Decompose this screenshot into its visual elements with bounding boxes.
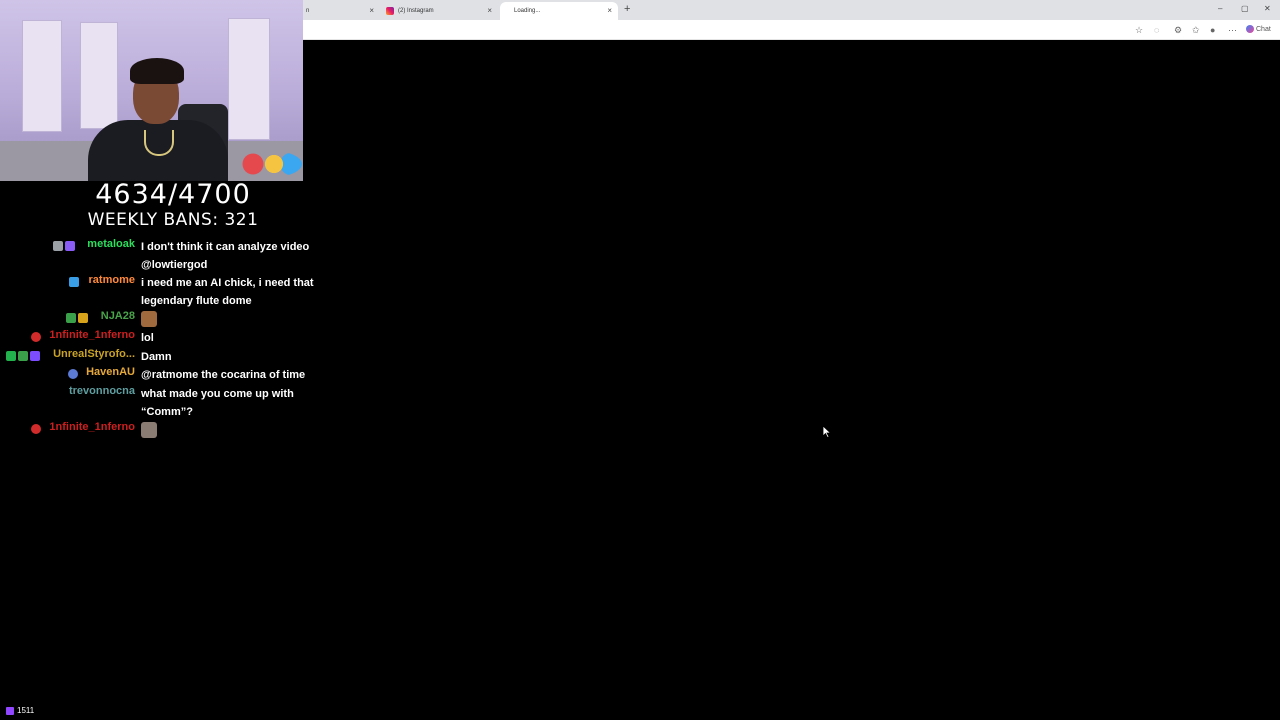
sync-icon[interactable]: ⚙ xyxy=(1174,25,1182,36)
chat-username[interactable]: NJA28 xyxy=(101,310,135,322)
floor-toys xyxy=(232,150,302,178)
chat-label: Chat xyxy=(1256,25,1271,33)
tab-instagram[interactable]: (2) Instagram × xyxy=(380,2,498,20)
tab-title: n xyxy=(306,8,310,14)
chat-text: lol xyxy=(141,329,326,347)
eye-badge-icon xyxy=(68,369,78,379)
badge-group xyxy=(66,313,88,323)
room-door xyxy=(80,22,118,129)
ban-counter: 4634/4700 WEEKLY BANS: 321 xyxy=(0,179,346,231)
copilot-chat-button[interactable]: Chat xyxy=(1246,25,1271,33)
star-icon[interactable]: ☆ xyxy=(1135,25,1143,36)
chat-text xyxy=(141,310,326,328)
badge-group xyxy=(53,241,75,251)
chat-line: lol xyxy=(141,332,154,344)
chat-username[interactable]: trevonnocna xyxy=(69,385,135,397)
room-door xyxy=(22,20,62,132)
instagram-icon xyxy=(386,7,394,15)
chat-text: what made you come up with “Comm”? xyxy=(141,385,326,421)
vip-badge-icon xyxy=(18,351,28,361)
chat-line: @lowtiergod xyxy=(141,259,208,271)
profile-icon[interactable]: ● xyxy=(1210,25,1215,35)
extensions-icon[interactable]: ◌ xyxy=(1154,25,1159,35)
room-door xyxy=(228,18,270,140)
chat-username[interactable]: metaloak xyxy=(87,238,135,250)
tab-partial[interactable]: n × xyxy=(300,2,380,20)
ban-count: 4634/4700 xyxy=(95,179,251,210)
close-icon[interactable]: × xyxy=(369,6,374,15)
subscriber-badge-icon xyxy=(65,241,75,251)
verified-badge-icon xyxy=(6,351,16,361)
chat-line: i need me an AI chick, i need that xyxy=(141,277,314,289)
streamer-hair xyxy=(130,58,184,84)
tab-title: Loading... xyxy=(514,8,541,14)
favorites-icon[interactable]: ✩ xyxy=(1192,25,1200,36)
new-tab-button[interactable]: + xyxy=(624,3,630,15)
close-icon[interactable]: × xyxy=(607,6,612,15)
tab-loading[interactable]: Loading... × xyxy=(500,2,618,20)
gift-badge-icon xyxy=(78,313,88,323)
chat-text: @ratmome the cocarina of time xyxy=(141,366,326,384)
close-window-button[interactable]: ✕ xyxy=(1264,4,1271,13)
chat-username[interactable]: HavenAU xyxy=(86,366,135,378)
mouse-cursor-icon xyxy=(822,425,832,439)
maximize-button[interactable]: ▢ xyxy=(1241,4,1249,13)
copilot-icon xyxy=(1246,25,1254,33)
moderator-badge-icon xyxy=(53,241,63,251)
chat-username[interactable]: 1nfinite_1nferno xyxy=(49,329,135,341)
close-icon[interactable]: × xyxy=(487,6,492,15)
chat-username[interactable]: ratmome xyxy=(89,274,135,286)
chat-username[interactable]: 1nfinite_1nferno xyxy=(49,421,135,433)
chat-line: “Comm”? xyxy=(141,406,193,418)
meme-emote-icon xyxy=(141,422,157,439)
more-icon[interactable]: ⋯ xyxy=(1228,25,1237,36)
minimize-button[interactable]: – xyxy=(1218,4,1222,13)
twitch-icon xyxy=(6,706,14,715)
badge-group xyxy=(68,369,78,379)
tab-title: (2) Instagram xyxy=(398,8,434,14)
chat-username[interactable]: UnrealStyrofo... xyxy=(53,348,135,360)
weekly-bans: WEEKLY BANS: 321 xyxy=(87,210,259,230)
vip-badge-icon xyxy=(66,313,76,323)
bits-badge-icon xyxy=(31,424,41,434)
chat-text: Damn xyxy=(141,348,326,366)
chat-line: @ratmome the cocarina of time xyxy=(141,369,306,381)
chat-line: Damn xyxy=(141,351,172,363)
webcam-overlay xyxy=(0,0,303,181)
chat-line: legendary flute dome xyxy=(141,295,252,307)
chat-line: I don't think it can analyze video xyxy=(141,241,310,253)
chat-text: I don't think it can analyze video @lowt… xyxy=(141,238,326,274)
viewer-count: 1511 xyxy=(6,706,34,715)
prime-badge-icon xyxy=(69,277,79,287)
chat-text xyxy=(141,421,326,439)
badge-group xyxy=(31,332,41,342)
face-emote-icon xyxy=(141,311,157,328)
viewer-count-value: 1511 xyxy=(17,706,35,715)
badge-group xyxy=(69,277,79,287)
chat-line: what made you come up with xyxy=(141,388,294,400)
streamer-chain xyxy=(144,130,174,156)
chat-text: i need me an AI chick, i need that legen… xyxy=(141,274,326,310)
badge-group xyxy=(31,424,41,434)
subscriber-badge-icon xyxy=(30,351,40,361)
badge-group xyxy=(6,351,40,361)
bits-badge-icon xyxy=(31,332,41,342)
